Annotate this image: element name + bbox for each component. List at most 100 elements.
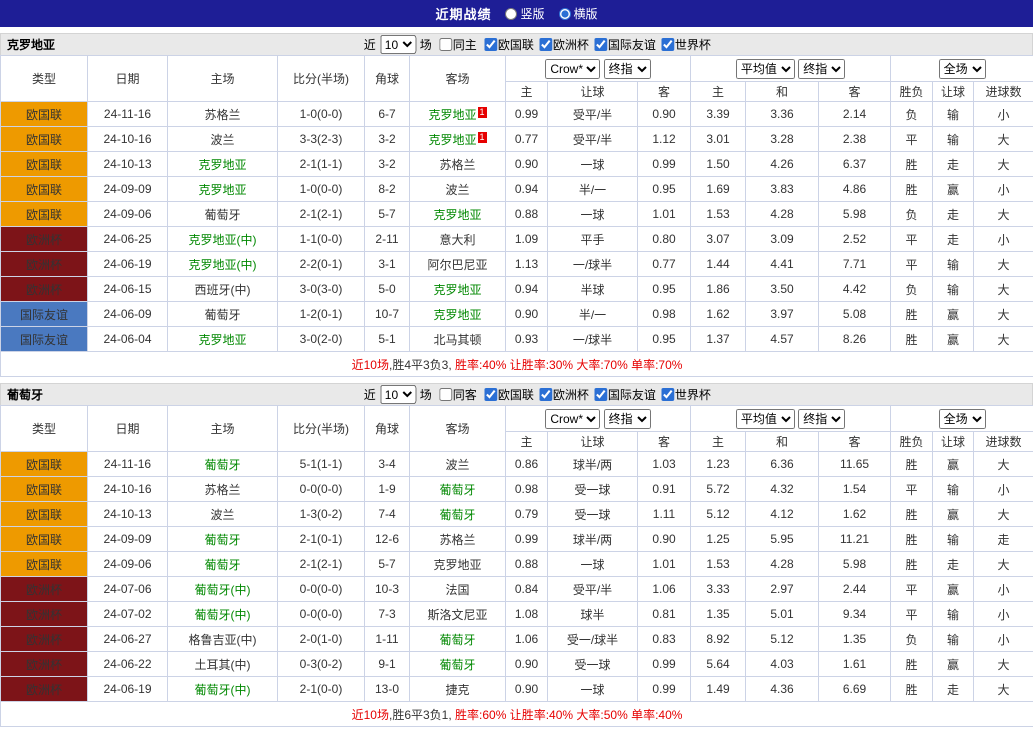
avg-home-odds: 1.49 [690,676,747,702]
competition-checkbox[interactable] [538,387,552,401]
avg-kind-select[interactable]: 终指 [798,58,846,79]
layout-vertical-radio[interactable] [505,7,518,20]
avg-source-select[interactable]: 平均值 [735,408,795,429]
odds-away: 0.90 [636,526,692,552]
team-section: 克罗地亚 近 10 场 同主 欧国联 欧洲杯 国际友谊 世界杯 类型 日期 主场… [0,33,1033,377]
odds-home: 0.86 [505,451,548,477]
handicap-line: 受一/球半 [547,626,638,652]
competition-filter[interactable]: 世界杯 [660,386,711,403]
avg-home-odds: 1.53 [690,551,747,577]
match-date: 24-10-16 [87,126,168,152]
result-goals: 大 [973,151,1033,177]
col-header-score: 比分(半场) [277,55,365,102]
competition-filter[interactable]: 世界杯 [660,36,711,53]
result-goals: 小 [973,101,1033,127]
handicap-line: 平手 [547,226,638,252]
result-outcome: 负 [890,626,934,652]
avg-draw-odds: 4.12 [745,501,820,527]
away-team-name: 克罗地亚 [428,107,477,122]
asian-odds-group: Crow* 终指 [504,405,692,432]
match-score: 1-0(0-0) [277,176,365,202]
result-handicap: 输 [932,276,975,302]
match-score: 0-0(0-0) [277,601,365,627]
same-filter-checkbox[interactable] [438,38,452,51]
match-score: 1-0(0-0) [277,101,365,127]
result-outcome: 胜 [890,151,934,177]
away-team-name: 克罗地亚 [433,557,482,572]
match-count-select[interactable]: 10 [379,385,416,404]
away-team-name: 意大利 [439,232,476,247]
match-date: 24-10-13 [87,501,168,527]
avg-home-odds: 1.23 [690,451,747,477]
competition-checkbox[interactable] [593,387,607,401]
full-match-select[interactable]: 全场 [938,408,986,429]
europe-odds-group: 平均值 终指 [690,405,892,432]
result-goals: 大 [973,651,1033,677]
layout-option[interactable]: 竖版 [505,5,545,22]
same-filter[interactable]: 同主 [438,36,477,53]
handicap-line: 半/一 [547,301,638,327]
odds-source-select[interactable]: Crow* [545,58,601,79]
subcol-avg-home: 主 [690,431,747,452]
result-goals: 小 [973,476,1033,502]
result-group: 全场 [890,405,1033,432]
subcol-avg-draw: 和 [745,431,820,452]
same-filter-checkbox[interactable] [438,388,452,401]
header-row-main: 类型 日期 主场 比分(半场) 角球 客场 Crow* 终指 平均值 终指 全场 [0,55,1033,102]
competition-filter[interactable]: 国际友谊 [593,386,656,403]
match-rows: 欧国联 24-11-16 葡萄牙 5-1(1-1) 3-4 波兰 0.86 球半/两 1.03 1… [0,451,1033,727]
odds-home: 0.94 [505,176,548,202]
avg-kind-select[interactable]: 终指 [798,408,846,429]
layout-option[interactable]: 横版 [558,5,598,22]
away-team: 阿尔巴尼亚 [409,251,506,277]
avg-away-odds: 1.35 [818,626,892,652]
same-filter[interactable]: 同客 [438,386,477,403]
odds-away: 0.77 [636,251,692,277]
avg-draw-odds: 4.28 [745,551,820,577]
competition-type: 欧国联 [0,526,88,552]
team-section: 葡萄牙 近 10 场 同客 欧国联 欧洲杯 国际友谊 世界杯 类型 日期 主场 … [0,383,1033,727]
asian-odds-group: Crow* 终指 [504,55,692,82]
away-team: 葡萄牙 [409,501,506,527]
competition-checkbox[interactable] [483,387,497,401]
avg-away-odds: 1.54 [818,476,892,502]
away-team-name: 波兰 [445,457,470,472]
competition-filter[interactable]: 欧洲杯 [538,386,589,403]
avg-source-select[interactable]: 平均值 [735,58,795,79]
competition-checkbox[interactable] [538,37,552,51]
competition-checkbox[interactable] [660,387,674,401]
corner-score: 1-11 [364,626,410,652]
match-date: 24-06-22 [87,651,168,677]
result-outcome: 平 [890,476,934,502]
competition-type: 欧国联 [0,551,88,577]
match-row: 欧国联 24-10-16 波兰 3-3(2-3) 3-2 克罗地亚 1 0.77 受平/半 1.1… [0,126,1033,152]
corner-score: 6-7 [364,101,410,127]
summary-cell: 近10场,胜4平3负3, 胜率:40% 让胜率:30% 大率:70% 单率:70… [0,351,1033,377]
odds-home: 0.90 [505,301,548,327]
odds-source-select[interactable]: Crow* [545,408,601,429]
competition-filter[interactable]: 欧国联 [483,36,534,53]
page-title: 近期战绩 [435,7,492,22]
competition-checkbox[interactable] [483,37,497,51]
competition-filter[interactable]: 国际友谊 [593,36,656,53]
layout-horizontal-radio[interactable] [558,7,571,20]
result-outcome: 平 [890,226,934,252]
match-date: 24-07-06 [87,576,168,602]
home-team-name: 克罗地亚 [198,332,247,347]
corner-score: 12-6 [364,526,410,552]
avg-draw-odds: 3.50 [745,276,820,302]
full-match-select[interactable]: 全场 [938,58,986,79]
corner-score: 10-7 [364,301,410,327]
away-team: 法国 [409,576,506,602]
competition-filter[interactable]: 欧洲杯 [538,36,589,53]
match-count-select[interactable]: 10 [379,35,416,54]
subcol-handicap-result: 让球 [932,81,975,102]
odds-kind-select[interactable]: 终指 [603,58,651,79]
competition-filter[interactable]: 欧国联 [483,386,534,403]
home-team: 土耳其(中) [167,651,278,677]
competition-checkbox[interactable] [660,37,674,51]
odds-kind-select[interactable]: 终指 [603,408,651,429]
avg-draw-odds: 4.57 [745,326,820,352]
corner-score: 13-0 [364,676,410,702]
competition-checkbox[interactable] [593,37,607,51]
